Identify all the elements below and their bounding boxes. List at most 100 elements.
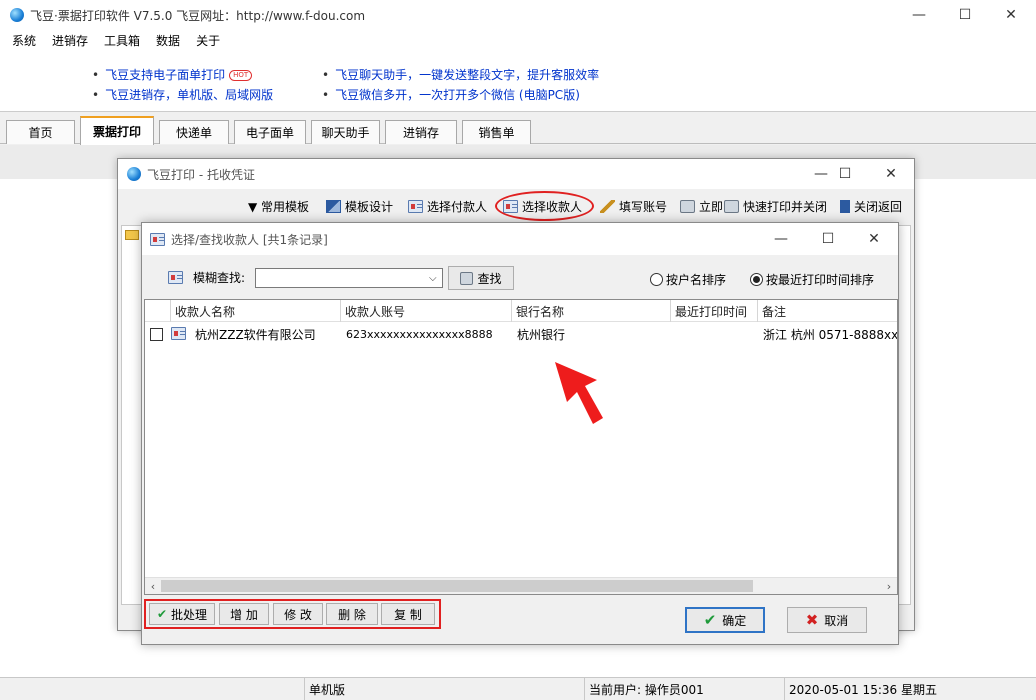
- template-design-icon: [326, 200, 341, 213]
- template-design-label: 模板设计: [345, 200, 394, 214]
- tab-eorder[interactable]: 电子面单: [234, 120, 306, 144]
- voucher-close-button[interactable]: ✕: [868, 159, 914, 189]
- search-card-icon: [168, 271, 183, 284]
- menu-bar: 系统 进销存 工具箱 数据 关于: [0, 30, 1036, 50]
- voucher-maximize-button[interactable]: ☐: [822, 159, 868, 189]
- status-datetime: 2020-05-01 15:36 星期五: [784, 678, 1036, 700]
- check-icon: ✔: [156, 607, 168, 621]
- header-payee-name[interactable]: 收款人名称: [171, 300, 341, 322]
- status-empty: [0, 678, 304, 700]
- fuzzy-search-label-text: 模糊查找:: [193, 271, 246, 285]
- row-payee-name: 杭州ZZZ软件有限公司: [195, 327, 316, 342]
- scroll-left-icon[interactable]: ‹: [145, 578, 161, 595]
- close-return-button[interactable]: 关闭返回: [840, 198, 902, 215]
- cancel-button[interactable]: ✖ 取消: [787, 607, 867, 633]
- status-edition: 单机版: [304, 678, 584, 700]
- table-header: 收款人名称 收款人账号 银行名称 最近打印时间 备注: [145, 300, 897, 322]
- table-row[interactable]: 杭州ZZZ软件有限公司 623xxxxxxxxxxxxxxx8888 杭州银行 …: [145, 324, 897, 344]
- payee-minimize-button[interactable]: —: [758, 223, 804, 255]
- tab-ticket-print[interactable]: 票据打印: [80, 116, 154, 145]
- row-last-print-time: [676, 324, 756, 344]
- fuzzy-search-label: 模糊查找:: [168, 269, 245, 286]
- tab-home[interactable]: 首页: [6, 120, 75, 144]
- sort-by-time-dot: [750, 273, 763, 286]
- menu-toolbox[interactable]: 工具箱: [104, 32, 140, 49]
- header-payee-account[interactable]: 收款人账号: [341, 300, 512, 322]
- header-bank-name[interactable]: 银行名称: [512, 300, 671, 322]
- tab-sales[interactable]: 销售单: [462, 120, 531, 144]
- common-templates-button[interactable]: ▼ 常用模板: [248, 198, 309, 215]
- quick-print-close-button[interactable]: 快速打印并关闭: [724, 198, 827, 215]
- batch-process-button[interactable]: ✔ 批处理: [149, 603, 215, 625]
- sort-by-time-radio[interactable]: 按最近打印时间排序: [750, 271, 874, 288]
- row-note: 浙江 杭州 0571-8888xxxx: [763, 327, 897, 342]
- promo-link-wechat-multi[interactable]: 飞豆微信多开，一次打开多个微信 (电脑PC版): [322, 86, 580, 103]
- close-return-label: 关闭返回: [854, 200, 903, 214]
- row-payee-account: 623xxxxxxxxxxxxxxx8888: [346, 327, 493, 341]
- menu-data[interactable]: 数据: [156, 32, 180, 49]
- payee-dialog-titlebar: 选择/查找收款人 [共1条记录] — ☐ ✕: [142, 223, 898, 255]
- promo-link-inventory[interactable]: 飞豆进销存，单机版、局域网版: [92, 86, 273, 103]
- sort-by-name-label: 按户名排序: [666, 273, 727, 287]
- quick-print-icon: [724, 200, 739, 213]
- payee-dialog-icon: [150, 232, 165, 246]
- select-payer-button[interactable]: 选择付款人: [408, 198, 487, 215]
- tab-chat-helper[interactable]: 聊天助手: [311, 120, 380, 144]
- maximize-button[interactable]: ☐: [942, 0, 988, 30]
- fill-account-label: 填写账号: [619, 200, 668, 214]
- cancel-button-label: 取消: [824, 613, 849, 628]
- tab-express[interactable]: 快递单: [159, 120, 229, 144]
- menu-inventory[interactable]: 进销存: [52, 32, 88, 49]
- payee-maximize-button[interactable]: ☐: [805, 223, 851, 255]
- fill-account-button[interactable]: 填写账号: [600, 198, 667, 215]
- search-button-label: 查找: [477, 271, 502, 286]
- ok-button[interactable]: ✔ 确定: [685, 607, 765, 633]
- print-now-label: 立即: [699, 200, 724, 214]
- chevron-down-icon[interactable]: ⌵: [429, 273, 437, 284]
- close-button[interactable]: ✕: [988, 0, 1034, 30]
- fuzzy-search-input[interactable]: [255, 268, 443, 288]
- header-last-print-time[interactable]: 最近打印时间: [671, 300, 758, 322]
- menu-about[interactable]: 关于: [196, 32, 220, 49]
- row-checkbox[interactable]: [150, 328, 163, 341]
- exit-door-icon: [840, 200, 850, 213]
- payee-highlight-circle: [495, 191, 594, 221]
- payee-dialog-title: 选择/查找收款人 [共1条记录]: [171, 232, 328, 247]
- voucher-window-titlebar: 飞豆打印 - 托收凭证 — ☐ ✕: [118, 159, 914, 189]
- red-pointer-arrow-icon: [555, 362, 603, 424]
- edit-button[interactable]: 修 改: [273, 603, 323, 625]
- folder-icon[interactable]: [125, 230, 139, 240]
- main-titlebar: 飞豆·票据打印软件 V7.5.0 飞豆网址：http://www.f-dou.c…: [0, 0, 1036, 30]
- promo-link-eorder[interactable]: 飞豆支持电子面单打印HOT: [92, 66, 253, 83]
- row-actions-group: ✔ 批处理 增 加 修 改 删 除 复 制: [144, 599, 441, 629]
- check-icon: ✔: [703, 611, 717, 629]
- menu-system[interactable]: 系统: [12, 32, 36, 49]
- sort-by-name-dot: [650, 273, 663, 286]
- promo-bar: 飞豆支持电子面单打印HOT 飞豆进销存，单机版、局域网版 飞豆聊天助手，一键发送…: [0, 50, 1036, 112]
- close-icon: ✖: [805, 611, 819, 629]
- search-button[interactable]: 查找: [448, 266, 514, 290]
- payee-close-button[interactable]: ✕: [851, 223, 897, 255]
- main-window-title: 飞豆·票据打印软件 V7.5.0 飞豆网址：http://www.f-dou.c…: [30, 8, 366, 23]
- voucher-app-icon: [127, 167, 141, 181]
- payee-table: 收款人名称 收款人账号 银行名称 最近打印时间 备注 杭州ZZZ软件有限公司 6…: [144, 299, 898, 595]
- delete-button[interactable]: 删 除: [326, 603, 378, 625]
- copy-button[interactable]: 复 制: [381, 603, 435, 625]
- tab-inventory[interactable]: 进销存: [385, 120, 457, 144]
- scrollbar-thumb[interactable]: [161, 580, 753, 592]
- minimize-button[interactable]: —: [896, 0, 942, 30]
- scroll-right-icon[interactable]: ›: [881, 578, 897, 595]
- header-checkbox-col: [145, 300, 171, 322]
- voucher-window-title: 飞豆打印 - 托收凭证: [147, 167, 255, 182]
- tab-bar: 首页 票据打印 快递单 电子面单 聊天助手 进销存 销售单: [0, 112, 1036, 145]
- promo-link-chat-helper[interactable]: 飞豆聊天助手，一键发送整段文字，提升客服效率: [322, 66, 599, 83]
- status-user: 当前用户: 操作员001: [584, 678, 784, 700]
- add-button[interactable]: 增 加: [219, 603, 269, 625]
- template-design-button[interactable]: 模板设计: [326, 198, 393, 215]
- header-note[interactable]: 备注: [758, 300, 897, 322]
- status-bar: 单机版 当前用户: 操作员001 2020-05-01 15:36 星期五: [0, 677, 1036, 700]
- horizontal-scrollbar[interactable]: ‹ ›: [145, 577, 897, 594]
- promo-link-eorder-label: 飞豆支持电子面单打印: [105, 68, 226, 82]
- print-now-button[interactable]: 立即: [680, 198, 723, 215]
- sort-by-name-radio[interactable]: 按户名排序: [650, 271, 726, 288]
